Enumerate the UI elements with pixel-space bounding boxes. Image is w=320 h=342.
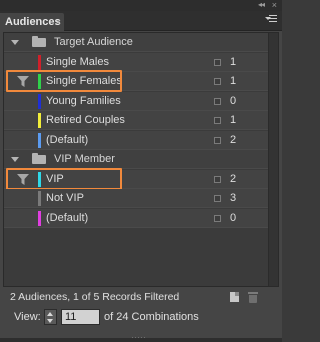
- audience-label: Retired Couples: [46, 114, 125, 126]
- group-row[interactable]: Target Audience: [4, 33, 268, 52]
- audience-list[interactable]: Target Audience Single Males 1 Single Femal…: [3, 32, 279, 287]
- color-swatch: [38, 55, 41, 70]
- tab-label: Audiences: [5, 16, 61, 28]
- scrollbar[interactable]: [268, 33, 278, 286]
- audience-row[interactable]: (Default) 2: [4, 131, 268, 150]
- filter-checkbox[interactable]: [214, 117, 221, 124]
- view-number-input[interactable]: [61, 309, 100, 325]
- audience-label: Young Families: [46, 95, 121, 107]
- record-count: 2: [230, 173, 237, 185]
- record-count: 1: [230, 56, 237, 68]
- trash-icon[interactable]: [247, 291, 259, 303]
- stepper-down-icon[interactable]: [47, 319, 53, 323]
- group-label: VIP Member: [54, 153, 115, 165]
- group-row[interactable]: VIP Member: [4, 150, 268, 169]
- audience-label: (Default): [46, 134, 89, 146]
- expand-triangle-icon[interactable]: [11, 40, 19, 45]
- view-row: View: of 24 Combinations: [0, 306, 282, 328]
- filter-checkbox[interactable]: [214, 78, 221, 85]
- color-swatch: [38, 211, 41, 226]
- color-swatch: [38, 113, 41, 128]
- group-label: Target Audience: [54, 36, 133, 48]
- audience-row[interactable]: Not VIP 3: [4, 189, 268, 208]
- expand-triangle-icon[interactable]: [11, 157, 19, 162]
- record-count: 2: [230, 134, 237, 146]
- filter-checkbox[interactable]: [214, 59, 221, 66]
- collapse-panel-icon[interactable]: ◂◂: [258, 0, 265, 10]
- stepper-up-icon[interactable]: [47, 312, 53, 316]
- color-swatch: [38, 133, 41, 148]
- audience-row[interactable]: Young Families 0: [4, 92, 268, 111]
- status-text: 2 Audiences, 1 of 5 Records Filtered: [10, 291, 180, 303]
- filter-highlight: [6, 70, 122, 92]
- panel-title-bar: ◂◂ ×: [0, 0, 282, 11]
- record-count: 0: [230, 212, 237, 224]
- new-audience-icon[interactable]: [228, 291, 240, 302]
- panel-bottom-edge: [0, 338, 282, 342]
- tab-audiences[interactable]: Audiences ×: [0, 13, 64, 32]
- panel-menu-icon[interactable]: [265, 15, 277, 25]
- audience-label: Not VIP: [46, 192, 84, 204]
- filter-checkbox[interactable]: [214, 195, 221, 202]
- close-panel-icon[interactable]: ×: [272, 0, 277, 10]
- color-swatch: [38, 94, 41, 109]
- record-count: 3: [230, 192, 237, 204]
- tab-close-icon[interactable]: ×: [56, 13, 61, 31]
- folder-icon: [32, 36, 46, 47]
- audiences-panel: ◂◂ × Audiences × Target Audience Single M…: [0, 0, 282, 342]
- record-count: 1: [230, 114, 237, 126]
- audience-label: Single Males: [46, 56, 109, 68]
- combinations-label: of 24 Combinations: [104, 311, 199, 323]
- record-count: 1: [230, 75, 237, 87]
- audience-label: (Default): [46, 212, 89, 224]
- audience-row[interactable]: Retired Couples 1: [4, 111, 268, 130]
- folder-icon: [32, 153, 46, 164]
- tab-row: Audiences ×: [0, 11, 282, 32]
- filter-checkbox[interactable]: [214, 137, 221, 144]
- filter-checkbox[interactable]: [214, 98, 221, 105]
- filter-checkbox[interactable]: [214, 215, 221, 222]
- filter-highlight: [6, 168, 122, 190]
- audience-row[interactable]: (Default) 0: [4, 209, 268, 228]
- filter-checkbox[interactable]: [214, 176, 221, 183]
- record-count: 0: [230, 95, 237, 107]
- view-stepper[interactable]: [44, 309, 57, 325]
- color-swatch: [38, 191, 41, 206]
- view-label: View:: [14, 311, 41, 323]
